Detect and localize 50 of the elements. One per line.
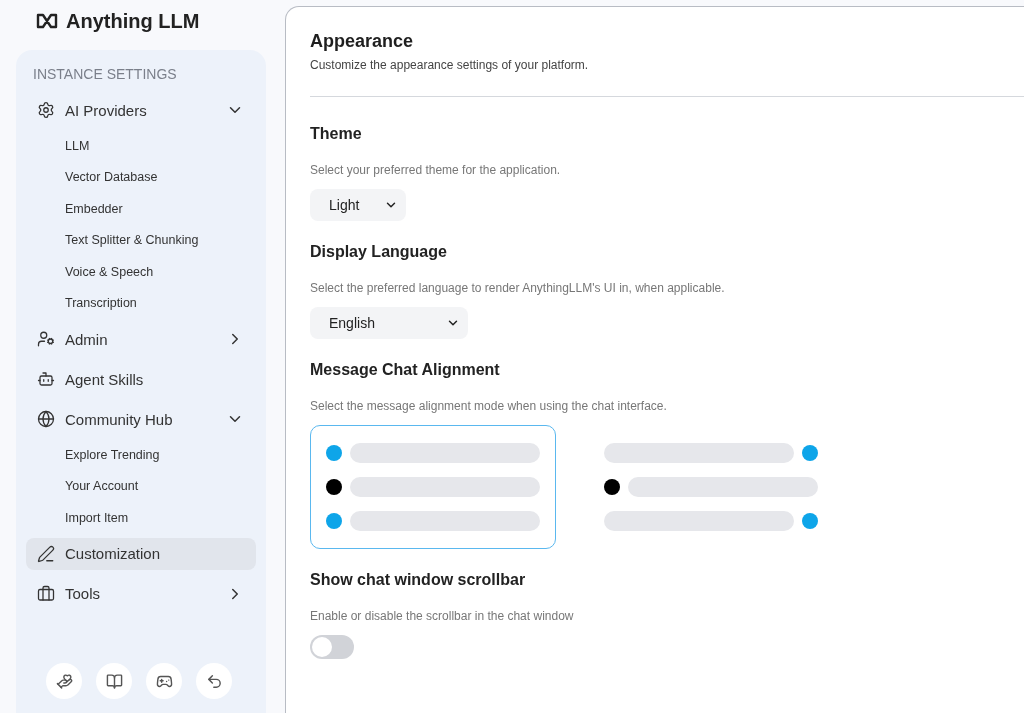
donate-button[interactable] [46, 663, 82, 699]
avatar-dot [326, 445, 342, 461]
avatar-dot [802, 513, 818, 529]
gear-icon [37, 101, 55, 119]
nav-subitem[interactable]: Your Account [26, 470, 256, 502]
section-title: Show chat window scrollbar [310, 571, 527, 589]
brand-name: Anything LLM [66, 9, 200, 33]
nav-subitem[interactable]: Voice & Speech [26, 256, 256, 288]
nav-item[interactable]: AI Providers [26, 94, 256, 126]
nav-item[interactable]: Tools [26, 577, 256, 610]
nav-item[interactable]: Agent Skills [26, 363, 256, 395]
globe-icon [37, 410, 55, 428]
community-button[interactable] [146, 663, 182, 699]
logo-icon [36, 13, 58, 29]
nav-subitem[interactable]: Import Item [26, 502, 256, 534]
select-dropdown[interactable]: English [310, 307, 468, 339]
nav-item[interactable]: Admin [26, 323, 256, 355]
nav-subitem[interactable]: Explore Trending [26, 439, 256, 471]
undo-icon [205, 672, 223, 690]
nav-item[interactable]: Customization [26, 537, 256, 570]
nav-item[interactable]: Community Hub [26, 403, 256, 435]
briefcase-icon [37, 584, 55, 603]
section-description: Enable or disable the scrollbar in the chat window [310, 609, 575, 623]
avatar-dot [604, 479, 620, 495]
toggle-switch[interactable] [310, 635, 354, 659]
hand-heart-icon [55, 672, 73, 690]
robot-icon [37, 370, 55, 388]
nav-subitem[interactable]: Embedder [26, 193, 256, 225]
section-title: Message Chat Alignment [310, 361, 501, 379]
nav-subitem[interactable]: LLM [26, 130, 256, 162]
nav-subitem[interactable]: Transcription [26, 287, 256, 319]
section-description: Select the message alignment mode when using the chat interface. [310, 399, 668, 413]
section-title: Theme [310, 125, 363, 143]
pencil-icon [37, 544, 55, 563]
avatar-dot [802, 445, 818, 461]
nav-subitem[interactable]: Text Splitter & Chunking [26, 224, 256, 256]
page-subtitle: Customize the appearance settings of your platform. [310, 58, 590, 72]
back-button[interactable] [196, 663, 232, 699]
section-title: Display Language [310, 243, 448, 261]
select-dropdown[interactable]: Light [310, 189, 406, 221]
docs-button[interactable] [96, 663, 132, 699]
nav-subitem[interactable]: Vector Database [26, 161, 256, 193]
user-icon [37, 330, 55, 348]
section-description: Select your preferred theme for the application. [310, 163, 562, 177]
avatar-dot [326, 513, 342, 529]
section-description: Select the preferred language to render AnythingLLM's UI in, when applicable. [310, 281, 726, 295]
avatar-dot [326, 479, 342, 495]
sidebar-heading: INSTANCE SETTINGS [32, 66, 178, 84]
book-icon [105, 672, 123, 690]
page-title: Appearance [310, 31, 415, 52]
